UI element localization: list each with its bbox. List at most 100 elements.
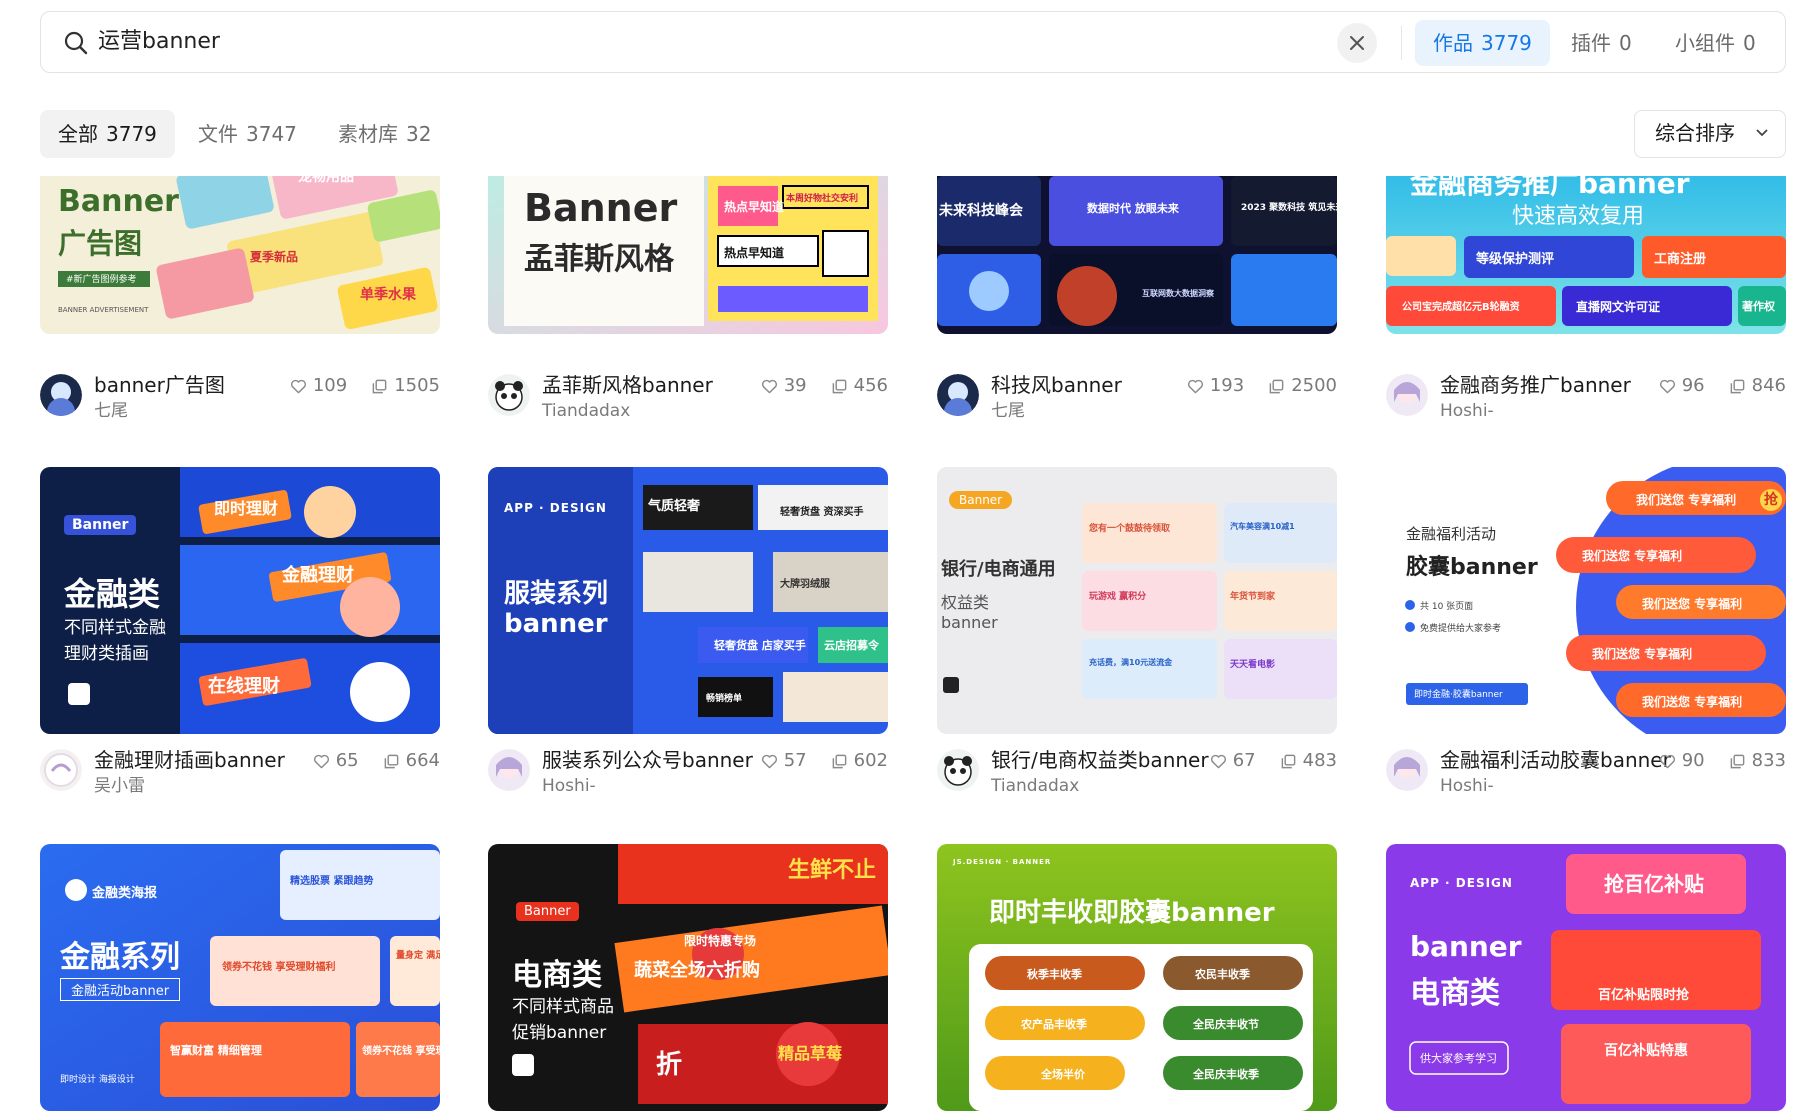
copy-icon [832,379,846,393]
card-stats: 109 1505 [290,374,440,398]
view-count: 833 [1751,750,1786,771]
avatar[interactable] [40,749,82,791]
card-thumbnail[interactable]: 金融商务推广banner 快速高效复用 等级保护测评 工商注册 公司宝完成超亿元… [1386,176,1786,334]
card-title[interactable]: banner广告图 [94,372,225,398]
card-thumbnail[interactable]: APP · DESIGN 服装系列 banner 气质轻奢 轻奢货盘 资深买手 … [488,467,888,734]
card-meta: 金融理财插画banner 吴小雷 65 664 [40,747,440,805]
copy-icon [1730,754,1744,768]
card-thumbnail[interactable]: 金融类海报 金融系列 金融活动banner 精选股票 紧跟趋势 领券不花钱 享受… [40,844,440,1111]
card-meta: 金融商务推广banner Hoshi- 96 846 [1386,372,1786,430]
card-author[interactable]: Hoshi- [1440,400,1494,422]
card-stats: 65 664 [313,749,440,773]
clear-search-button[interactable] [1337,23,1377,63]
heart-icon [290,379,306,393]
like-count: 90 [1681,750,1705,771]
chevron-down-icon [1756,129,1768,137]
card-author[interactable]: Hoshi- [542,775,596,797]
card-meta: 服装系列公众号banner Hoshi- 57 602 [488,747,888,805]
search-bar[interactable]: 运营banner 作品 3779 插件 0 小组件 0 [40,11,1786,73]
search-results-page: 运营banner 作品 3779 插件 0 小组件 0 全部 3779 文件 3747 素… [0,0,1811,1119]
card-author[interactable]: 七尾 [991,400,1025,422]
like-count: 57 [783,750,807,771]
card-meta: 孟菲斯风格banner Tiandadax 39 456 [488,372,888,430]
avatar[interactable] [937,374,979,416]
divider [1401,26,1402,60]
view-count: 846 [1751,375,1786,396]
avatar[interactable] [1386,374,1428,416]
view-count: 2500 [1291,375,1337,396]
card-author[interactable]: Tiandadax [542,400,630,422]
card-thumbnail[interactable]: Banner 电商类 不同样式商品 促销banner 生鲜不止 限时特惠专场 蔬… [488,844,888,1111]
avatar[interactable] [488,374,530,416]
card-meta: banner广告图 七尾 109 1505 [40,372,440,430]
card-title[interactable]: 服装系列公众号banner [542,747,753,773]
card-title[interactable]: 银行/电商权益类banner [991,747,1209,773]
view-count: 1505 [394,375,440,396]
copy-icon [1281,754,1295,768]
tab-works[interactable]: 作品 3779 [1415,20,1550,66]
card-title[interactable]: 孟菲斯风格banner [542,372,713,398]
search-input[interactable]: 运营banner [98,27,220,57]
heart-icon [761,754,777,768]
card-thumbnail[interactable]: Banner 广告图 #新广告图例参考 BANNER ADVERTISEMENT… [40,176,440,334]
like-count: 96 [1681,375,1705,396]
heart-icon [1659,754,1675,768]
card-author[interactable]: 吴小雷 [94,775,145,797]
avatar[interactable] [1386,749,1428,791]
like-count: 67 [1232,750,1256,771]
card-thumbnail[interactable]: APP · DESIGN banner 电商类 供大家参考学习 抢百亿补贴 百亿… [1386,844,1786,1111]
close-icon [1350,36,1364,50]
card-thumbnail[interactable]: Banner 金融类 不同样式金融 理财类插画 即时理财 金融理财 在线理财 [40,467,440,734]
view-count: 602 [853,750,888,771]
heart-icon [313,754,329,768]
copy-icon [832,754,846,768]
card-meta: 科技风banner 七尾 193 2500 [937,372,1337,430]
card-thumbnail[interactable]: Banner 银行/电商通用 权益类 banner 您有一个鼓鼓待领取 汽车美容… [937,467,1337,734]
copy-icon [1269,379,1284,393]
view-count: 664 [405,750,440,771]
avatar[interactable] [937,749,979,791]
card-title[interactable]: 金融福利活动胶囊banner [1440,747,1671,773]
view-count: 483 [1302,750,1337,771]
heart-icon [1187,379,1203,393]
sort-dropdown[interactable]: 综合排序 [1634,110,1786,158]
like-count: 193 [1209,375,1245,396]
card-stats: 96 846 [1659,374,1786,398]
thumbnail-art [937,844,1337,1111]
tab-widgets[interactable]: 小组件 0 [1657,20,1774,66]
tab-plugins[interactable]: 插件 0 [1553,20,1650,66]
card-author[interactable]: 七尾 [94,400,128,422]
card-thumbnail[interactable]: 未来科技峰会 数据时代 放眼未来 2023 聚数科技 筑见未来 互联网数大数据洞… [937,176,1337,334]
avatar[interactable] [40,374,82,416]
like-count: 109 [312,375,348,396]
copy-icon [384,754,398,768]
avatar[interactable] [488,749,530,791]
copy-icon [372,379,387,393]
heart-icon [761,379,777,393]
filter-files[interactable]: 文件 3747 [180,110,315,158]
card-stats: 57 602 [761,749,888,773]
search-icon [64,31,88,55]
card-stats: 193 2500 [1187,374,1337,398]
card-title[interactable]: 金融理财插画banner [94,747,285,773]
card-thumbnail[interactable]: Banner 孟菲斯风格 热点早知道 本周好物社交安利 热点早知道 [488,176,888,334]
like-count: 65 [335,750,359,771]
card-author[interactable]: Hoshi- [1440,775,1494,797]
card-thumbnail[interactable]: 金融福利活动 胶囊banner 共 10 张页面 免费提供给大家参考 即时金融·… [1386,467,1786,734]
card-title[interactable]: 科技风banner [991,372,1122,398]
filter-all[interactable]: 全部 3779 [40,110,175,158]
filter-assets[interactable]: 素材库 32 [320,110,449,158]
heart-icon [1659,379,1675,393]
card-stats: 90 833 [1659,749,1786,773]
copy-icon [1730,379,1744,393]
results-grid: Banner 广告图 #新广告图例参考 BANNER ADVERTISEMENT… [0,176,1811,1119]
card-stats: 39 456 [761,374,888,398]
card-title[interactable]: 金融商务推广banner [1440,372,1631,398]
card-meta: 金融福利活动胶囊banner Hoshi- 90 833 [1386,747,1786,805]
view-count: 456 [853,375,888,396]
card-thumbnail[interactable]: JS.DESIGN · BANNER 即时丰收即胶囊banner 秋季丰收季 农… [937,844,1337,1111]
card-author[interactable]: Tiandadax [991,775,1079,797]
like-count: 39 [783,375,807,396]
card-meta: 银行/电商权益类banner Tiandadax 67 483 [937,747,1337,805]
card-stats: 67 483 [1210,749,1337,773]
